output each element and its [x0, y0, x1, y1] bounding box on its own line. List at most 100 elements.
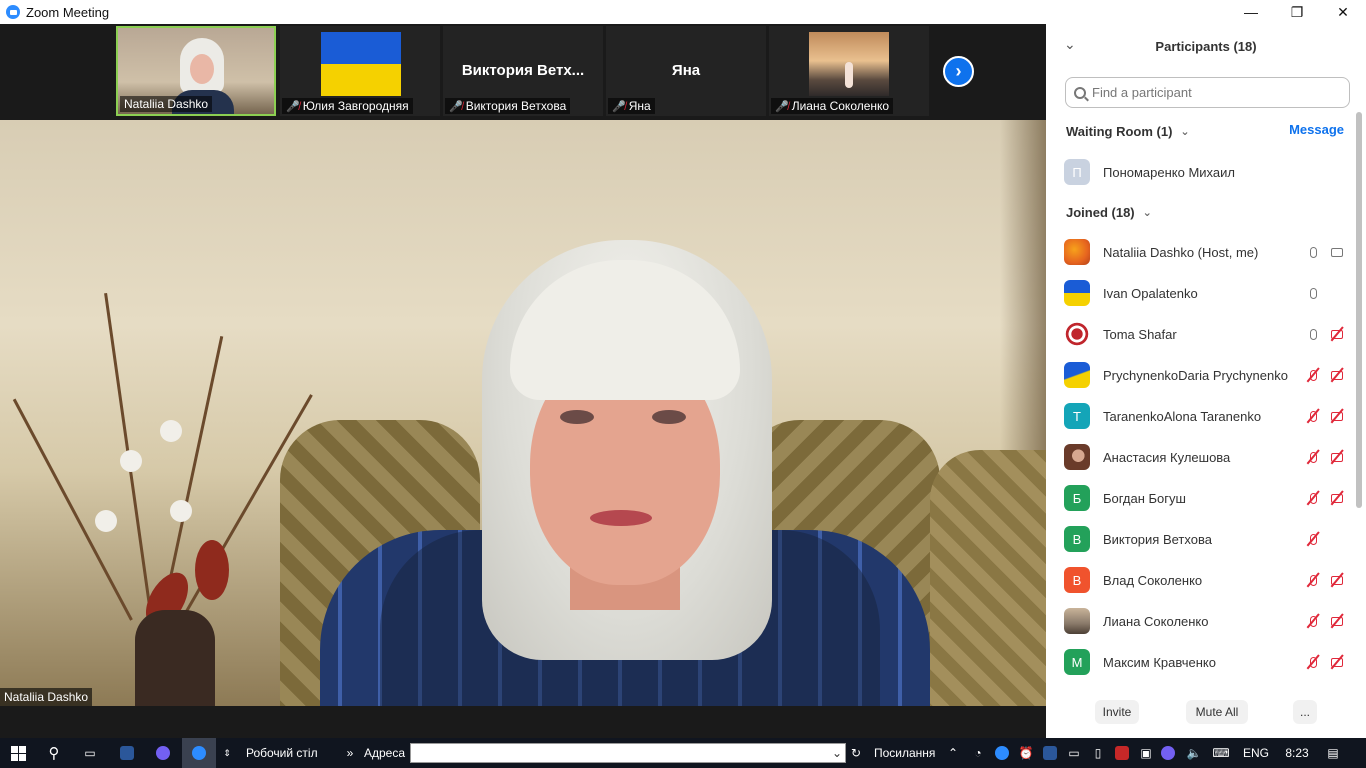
- chevron-down-icon: ⌄: [1180, 125, 1190, 138]
- icon-spacer: [1328, 531, 1346, 547]
- joined-header[interactable]: Joined (18) ⌄: [1066, 201, 1346, 223]
- participant-row[interactable]: Nataliia Dashko (Host, me): [1064, 234, 1346, 270]
- participant-row[interactable]: Б Богдан Богуш: [1064, 480, 1346, 516]
- mic-icon[interactable]: [1304, 326, 1322, 342]
- word-app-icon[interactable]: [117, 738, 137, 768]
- participant-row[interactable]: Ivan Opalatenko: [1064, 275, 1346, 311]
- scrollbar[interactable]: [1356, 112, 1362, 508]
- chevron-down-icon: ⌄: [1142, 206, 1152, 219]
- panel-header: ⌄ Participants (18): [1046, 24, 1366, 68]
- word-tray-icon[interactable]: [1042, 738, 1058, 768]
- minimize-button[interactable]: —: [1228, 0, 1274, 24]
- avatar: М: [1064, 649, 1090, 675]
- mute-all-button[interactable]: Mute All: [1186, 700, 1248, 724]
- participant-row[interactable]: В Влад Соколенко: [1064, 562, 1346, 598]
- links-label[interactable]: Посилання: [874, 738, 940, 768]
- chevron-right-icon[interactable]: »: [344, 738, 356, 768]
- video-area: Nataliia Dashko 🎤̸ Юлия Завгородняя Викто…: [0, 24, 1046, 738]
- thumbnail-tile[interactable]: 🎤̸ Лиана Соколенко: [769, 26, 929, 116]
- viber-app-icon[interactable]: [153, 738, 173, 768]
- avatar: [1064, 239, 1090, 265]
- message-link[interactable]: Message: [1289, 122, 1344, 137]
- mic-icon[interactable]: [1304, 285, 1322, 301]
- avatar: T: [1064, 403, 1090, 429]
- avatar: П: [1064, 159, 1090, 185]
- windows-logo-icon: [10, 745, 26, 761]
- zoom-taskbar-icon[interactable]: [182, 738, 216, 768]
- thumbnail-tile[interactable]: 🎤̸ Юлия Завгородняя: [280, 26, 440, 116]
- mic-muted-icon[interactable]: [1304, 490, 1322, 506]
- invite-button[interactable]: Invite: [1095, 700, 1139, 724]
- participant-row[interactable]: М Максим Кравченко: [1064, 644, 1346, 680]
- participant-row[interactable]: T TaranenkoAlona Taranenko: [1064, 398, 1346, 434]
- search-icon[interactable]: ⚲: [44, 738, 64, 768]
- notifications-icon[interactable]: ▤: [1322, 738, 1344, 768]
- viber-tray-icon[interactable]: [1160, 738, 1176, 768]
- mic-muted-icon[interactable]: [1304, 367, 1322, 383]
- participant-row[interactable]: Лиана Соколенко: [1064, 603, 1346, 639]
- mic-muted-icon: 🎤̸: [449, 100, 463, 113]
- thumbnail-tile[interactable]: Яна 🎤̸ Яна: [606, 26, 766, 116]
- participant-row[interactable]: Toma Shafar: [1064, 316, 1346, 352]
- search-input[interactable]: [1092, 85, 1332, 100]
- thumbnail-tile[interactable]: Виктория Ветх... 🎤̸ Виктория Ветхова: [443, 26, 603, 116]
- refresh-icon[interactable]: ↻: [848, 738, 864, 768]
- volume-icon[interactable]: 🔈: [1184, 738, 1204, 768]
- clock[interactable]: 8:23: [1280, 738, 1314, 768]
- avatar: [1064, 321, 1090, 347]
- camera-icon[interactable]: [1328, 244, 1346, 260]
- waiting-participant-row[interactable]: П Пономаренко Михаил: [1064, 154, 1346, 190]
- camera-off-icon[interactable]: [1328, 449, 1346, 465]
- restore-button[interactable]: ❐: [1274, 0, 1320, 24]
- close-button[interactable]: ✕: [1320, 0, 1366, 24]
- next-page-arrow-icon[interactable]: ›: [943, 56, 974, 87]
- thumbnail-name-label: 🎤̸ Яна: [608, 98, 655, 114]
- participant-row[interactable]: В Виктория Ветхова: [1064, 521, 1346, 557]
- camera-off-icon[interactable]: [1328, 367, 1346, 383]
- avatar: Б: [1064, 485, 1090, 511]
- avatar: В: [1064, 567, 1090, 593]
- zoom-tray-icon[interactable]: [994, 738, 1010, 768]
- more-options-button[interactable]: ...: [1293, 700, 1317, 724]
- participant-row[interactable]: PrychynenkoDaria Prychynenko: [1064, 357, 1346, 393]
- network-icon[interactable]: ◔: [970, 738, 986, 768]
- language-indicator[interactable]: ENG: [1240, 738, 1272, 768]
- camera-off-icon[interactable]: [1328, 654, 1346, 670]
- mic-muted-icon[interactable]: [1304, 613, 1322, 629]
- profile-photo-image: [809, 32, 889, 96]
- start-button[interactable]: [8, 738, 28, 768]
- camera-off-icon[interactable]: [1328, 572, 1346, 588]
- shield-icon[interactable]: [1114, 738, 1130, 768]
- keyboard-icon[interactable]: ⌨: [1210, 738, 1232, 768]
- thumbnail-name-label: 🎤̸ Лиана Соколенко: [771, 98, 894, 114]
- mic-muted-icon[interactable]: [1304, 572, 1322, 588]
- camera-off-icon[interactable]: [1328, 408, 1346, 424]
- camera-off-icon[interactable]: [1328, 613, 1346, 629]
- avatar: [1064, 444, 1090, 470]
- alarm-icon[interactable]: ⏰: [1018, 738, 1034, 768]
- collapse-chevron-icon[interactable]: ⌄: [1064, 36, 1076, 53]
- mic-muted-icon[interactable]: [1304, 531, 1322, 547]
- scroll-arrows-icon[interactable]: ⇕: [220, 738, 234, 768]
- participant-search[interactable]: [1065, 77, 1350, 108]
- avatar: [1064, 608, 1090, 634]
- battery-icon[interactable]: ▭: [1066, 738, 1082, 768]
- task-view-icon[interactable]: ▭: [80, 738, 100, 768]
- display-icon[interactable]: ▣: [1138, 738, 1154, 768]
- desktop-toolbar-label[interactable]: Робочий стіл: [246, 738, 336, 768]
- mic-muted-icon: 🎤̸: [775, 100, 789, 113]
- mic-icon[interactable]: [1304, 244, 1322, 260]
- address-input[interactable]: [410, 743, 846, 763]
- dropdown-arrow-icon[interactable]: ⌄: [830, 738, 844, 768]
- mic-muted-icon[interactable]: [1304, 654, 1322, 670]
- thumbnail-name-label: 🎤̸ Юлия Завгородняя: [282, 98, 413, 114]
- participant-row[interactable]: Анастасия Кулешова: [1064, 439, 1346, 475]
- thumbnail-tile[interactable]: Nataliia Dashko: [116, 26, 276, 116]
- chevron-up-icon[interactable]: ⌃: [945, 738, 961, 768]
- mic-muted-icon: 🎤̸: [612, 100, 626, 113]
- mic-muted-icon[interactable]: [1304, 449, 1322, 465]
- camera-off-icon[interactable]: [1328, 326, 1346, 342]
- device-icon[interactable]: ▯: [1090, 738, 1106, 768]
- camera-off-icon[interactable]: [1328, 490, 1346, 506]
- mic-muted-icon[interactable]: [1304, 408, 1322, 424]
